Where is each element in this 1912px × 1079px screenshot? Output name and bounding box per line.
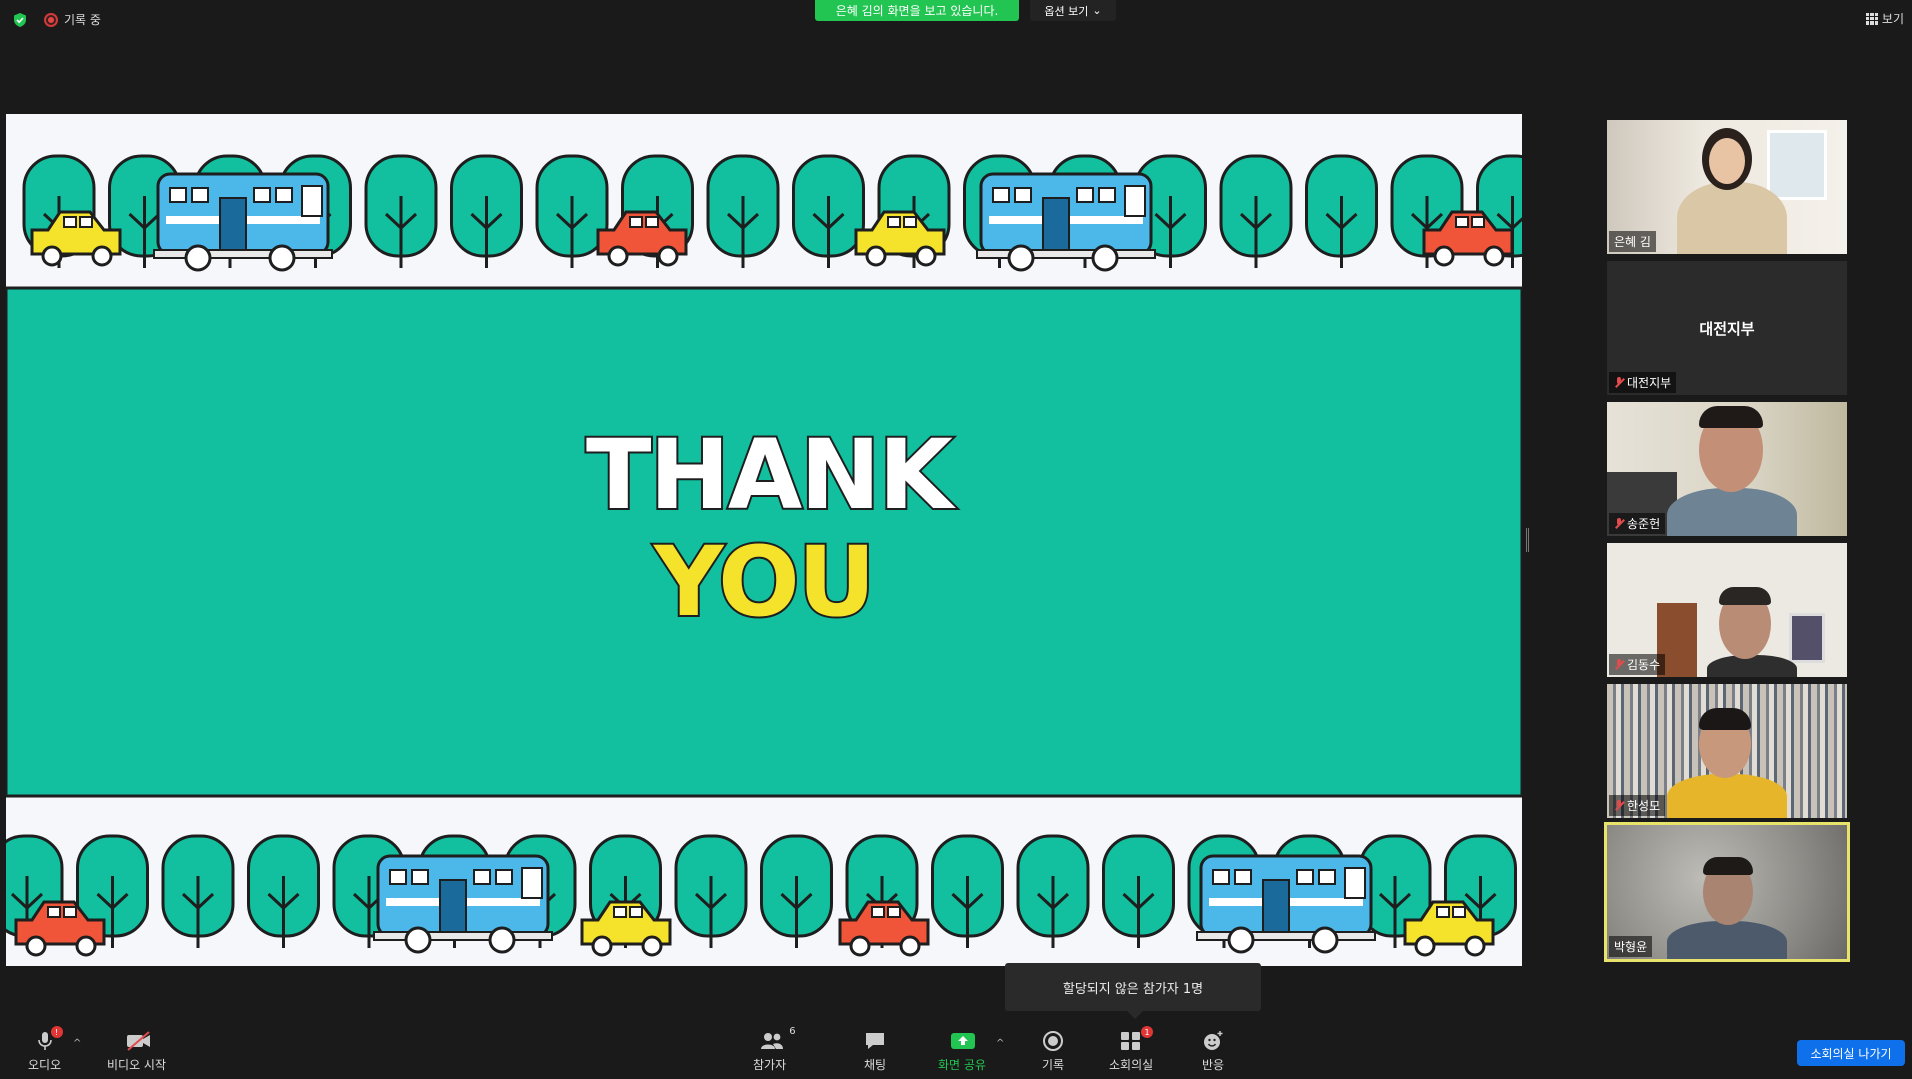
breakout-rooms-label: 소회의실 [1109,1058,1154,1072]
microphone-icon: ! [33,1026,63,1052]
participant-tile[interactable]: 송준헌 [1607,402,1847,536]
participant-tile[interactable]: 은혜 김 [1607,120,1847,254]
top-bar: 기록 중 은혜 김의 화면을 보고 있습니다. 옵션 보기 ⌄ 보기 [0,0,1912,40]
window-image [1767,130,1827,200]
breakout-rooms-badge: 1 [1141,1026,1154,1038]
record-icon [1041,1030,1065,1052]
muted-mic-icon [1614,517,1624,530]
chevron-down-icon: ⌄ [1092,4,1102,17]
view-button[interactable]: 보기 [1865,10,1904,27]
participant-name-tag: 송준헌 [1609,513,1666,534]
start-video-label: 비디오 시작 [107,1058,167,1072]
participant-hair [1699,708,1751,730]
recording-icon [44,12,58,27]
share-options-caret[interactable]: ^ [996,1038,1004,1049]
participant-face [1709,138,1745,184]
audio-warning-badge: ! [50,1026,63,1038]
share-screen-icon [950,1030,975,1052]
smiley-plus-icon [1201,1030,1225,1052]
participants-button[interactable]: 6 참가자 [753,1026,796,1073]
participant-tile-active-speaker[interactable]: 박형윤 [1604,822,1850,962]
bus-icon [153,172,333,272]
audio-options-caret[interactable]: ^ [73,1038,81,1049]
participant-name-tag: 한성모 [1609,795,1666,816]
participants-icon: 6 [758,1026,796,1052]
bus-icon [1196,854,1376,954]
participant-name-tag: 박형윤 [1609,936,1653,957]
participants-label: 참가자 [753,1058,787,1072]
teal-panel [6,286,1522,798]
meeting-toolbar: ! 오디오 ^ 비디오 시작 6 참가자 채팅 화면 공유 ^ 기록 1 소회의… [0,1020,1912,1079]
participant-body [1667,774,1787,818]
start-video-button[interactable]: 비디오 시작 [107,1030,166,1073]
participant-count: 6 [789,1026,796,1037]
participant-body [1677,182,1787,254]
thank-you-slide [6,114,1522,966]
participant-tile[interactable]: 김동수 [1607,543,1847,677]
view-options-label: 옵션 보기 [1044,4,1089,18]
recording-indicator[interactable]: 기록 중 [44,11,101,28]
participant-body [1667,488,1797,536]
unassigned-participants-tooltip: 할당되지 않은 참가자 1명 [1005,963,1261,1019]
muted-mic-icon [1614,376,1624,389]
view-label: 보기 [1881,12,1904,26]
audio-button[interactable]: ! 오디오 [28,1026,63,1073]
participant-tile[interactable]: 한성모 [1607,684,1847,818]
video-off-icon [125,1030,150,1052]
chat-button[interactable]: 채팅 [863,1030,887,1073]
resize-splitter-handle[interactable] [1526,528,1529,552]
audio-label: 오디오 [28,1058,62,1072]
bus-icon [976,172,1156,272]
muted-mic-icon [1614,658,1624,671]
record-button[interactable]: 기록 [1041,1030,1065,1073]
reactions-button[interactable]: 반응 [1201,1030,1225,1073]
reactions-label: 반응 [1201,1058,1225,1072]
participant-name-tag: 김동수 [1609,654,1666,675]
view-options-button[interactable]: 옵션 보기 ⌄ [1030,0,1116,21]
poster-image [1789,613,1825,663]
participant-body [1667,921,1787,959]
screen-sharing-banner: 은혜 김의 화면을 보고 있습니다. [815,0,1019,21]
leave-breakout-room-button[interactable]: 소회의실 나가기 [1797,1040,1905,1066]
share-screen-label: 화면 공유 [938,1058,986,1072]
grid-view-icon [1865,12,1878,25]
participant-name-tag: 대전지부 [1609,372,1677,393]
participant-hair [1699,406,1763,428]
participant-hair [1703,857,1753,875]
participant-hair [1719,587,1771,605]
chat-bubble-icon [863,1030,887,1052]
breakout-rooms-icon: 1 [1119,1026,1154,1052]
participant-tile[interactable]: 대전지부 대전지부 [1607,261,1847,395]
chat-label: 채팅 [863,1058,887,1072]
participant-name-tag: 은혜 김 [1609,231,1656,252]
share-screen-button[interactable]: 화면 공유 [938,1030,986,1073]
breakout-rooms-button[interactable]: 1 소회의실 [1109,1026,1154,1073]
bus-icon [373,854,553,954]
muted-mic-icon [1614,799,1624,812]
recording-label: 기록 중 [64,13,101,27]
security-shield-icon[interactable] [12,12,28,28]
record-label: 기록 [1041,1058,1065,1072]
shared-screen: THANK YOU [6,114,1522,966]
participant-body [1707,655,1797,677]
zoom-meeting-window: 기록 중 은혜 김의 화면을 보고 있습니다. 옵션 보기 ⌄ 보기 THANK… [0,0,1912,1079]
